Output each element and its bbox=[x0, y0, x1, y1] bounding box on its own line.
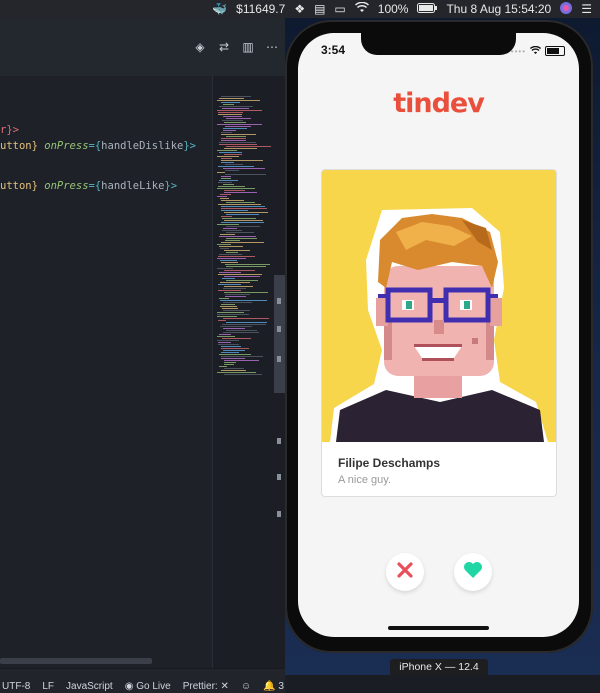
profile-card[interactable]: Filipe Deschamps A nice guy. bbox=[321, 169, 557, 497]
tindev-logo[interactable]: tindev bbox=[298, 88, 579, 119]
phone-notch bbox=[361, 33, 516, 55]
notification-count: 3 bbox=[278, 681, 284, 692]
phone-status-icons: •••• bbox=[511, 42, 565, 60]
phone-screen: 3:54 •••• tindev Filipe Deschamps A nice… bbox=[298, 33, 579, 637]
encoding-status[interactable]: UTF-8 bbox=[2, 681, 30, 693]
more-actions-icon[interactable]: ⋯ bbox=[265, 40, 279, 54]
like-button[interactable] bbox=[454, 553, 492, 591]
dropbox-icon[interactable]: ❖ bbox=[294, 2, 305, 16]
battery-icon[interactable] bbox=[417, 2, 438, 16]
code-line: r}> bbox=[0, 124, 19, 136]
horizontal-scrollbar[interactable] bbox=[0, 658, 152, 664]
profile-avatar bbox=[322, 170, 556, 442]
code-editor: ◈ ⇄ ▥ ⋯ r}> utton} onPress={handleDislik… bbox=[0, 18, 285, 693]
git-compare-icon[interactable]: ◈ bbox=[193, 40, 207, 54]
crypto-price[interactable]: $11649.7 bbox=[236, 2, 285, 16]
phone-wifi-icon bbox=[529, 42, 542, 60]
signal-icon: •••• bbox=[510, 46, 526, 56]
close-icon bbox=[397, 561, 413, 583]
minimap[interactable] bbox=[212, 76, 275, 668]
go-live-label: Go Live bbox=[136, 681, 171, 692]
home-indicator[interactable] bbox=[388, 626, 489, 630]
profile-bio: A nice guy. bbox=[338, 474, 391, 486]
clock[interactable]: Thu 8 Aug 15:54:20 bbox=[446, 2, 551, 16]
notification-center-icon[interactable]: ☰ bbox=[581, 2, 592, 16]
heart-icon bbox=[463, 561, 483, 584]
simulator-device-label: iPhone X — 12.4 bbox=[390, 659, 488, 675]
clipboard-icon[interactable]: ▤ bbox=[314, 2, 325, 16]
go-live-button[interactable]: ◉ Go Live bbox=[125, 681, 171, 693]
dislike-button[interactable] bbox=[386, 553, 424, 591]
scrollbar-thumb[interactable] bbox=[274, 275, 285, 393]
split-editor-icon[interactable]: ▥ bbox=[241, 40, 255, 54]
phone-time: 3:54 bbox=[321, 43, 346, 57]
code-line: utton} onPress={handleDislike}> bbox=[0, 140, 197, 152]
feedback-icon[interactable]: ☺ bbox=[241, 681, 251, 693]
language-status[interactable]: JavaScript bbox=[66, 681, 113, 693]
siri-icon[interactable] bbox=[560, 1, 573, 17]
battery-percent[interactable]: 100% bbox=[378, 2, 409, 16]
profile-name: Filipe Deschamps bbox=[338, 456, 441, 470]
airplay-icon[interactable]: ▭ bbox=[334, 2, 345, 16]
wifi-icon[interactable] bbox=[354, 1, 369, 16]
phone-battery-icon bbox=[545, 46, 565, 56]
prettier-status[interactable]: Prettier: ✕ bbox=[183, 681, 229, 693]
editor-tab-bar: ◈ ⇄ ▥ ⋯ bbox=[0, 18, 285, 77]
docker-icon[interactable]: 🐳 bbox=[212, 2, 227, 16]
eol-status[interactable]: LF bbox=[42, 681, 54, 693]
status-bar: UTF-8 LF JavaScript ◉ Go Live Prettier: … bbox=[0, 668, 285, 693]
menu-bar: 🐳 $11649.7 ❖ ▤ ▭ 100% Thu 8 Aug 15:54:20… bbox=[0, 0, 600, 18]
notifications-button[interactable]: 🔔 3 bbox=[263, 681, 284, 693]
code-line: utton} onPress={handleLike}> bbox=[0, 180, 178, 192]
code-area[interactable]: r}> utton} onPress={handleDislike}> utto… bbox=[0, 76, 212, 668]
source-control-icon[interactable]: ⇄ bbox=[217, 40, 231, 54]
